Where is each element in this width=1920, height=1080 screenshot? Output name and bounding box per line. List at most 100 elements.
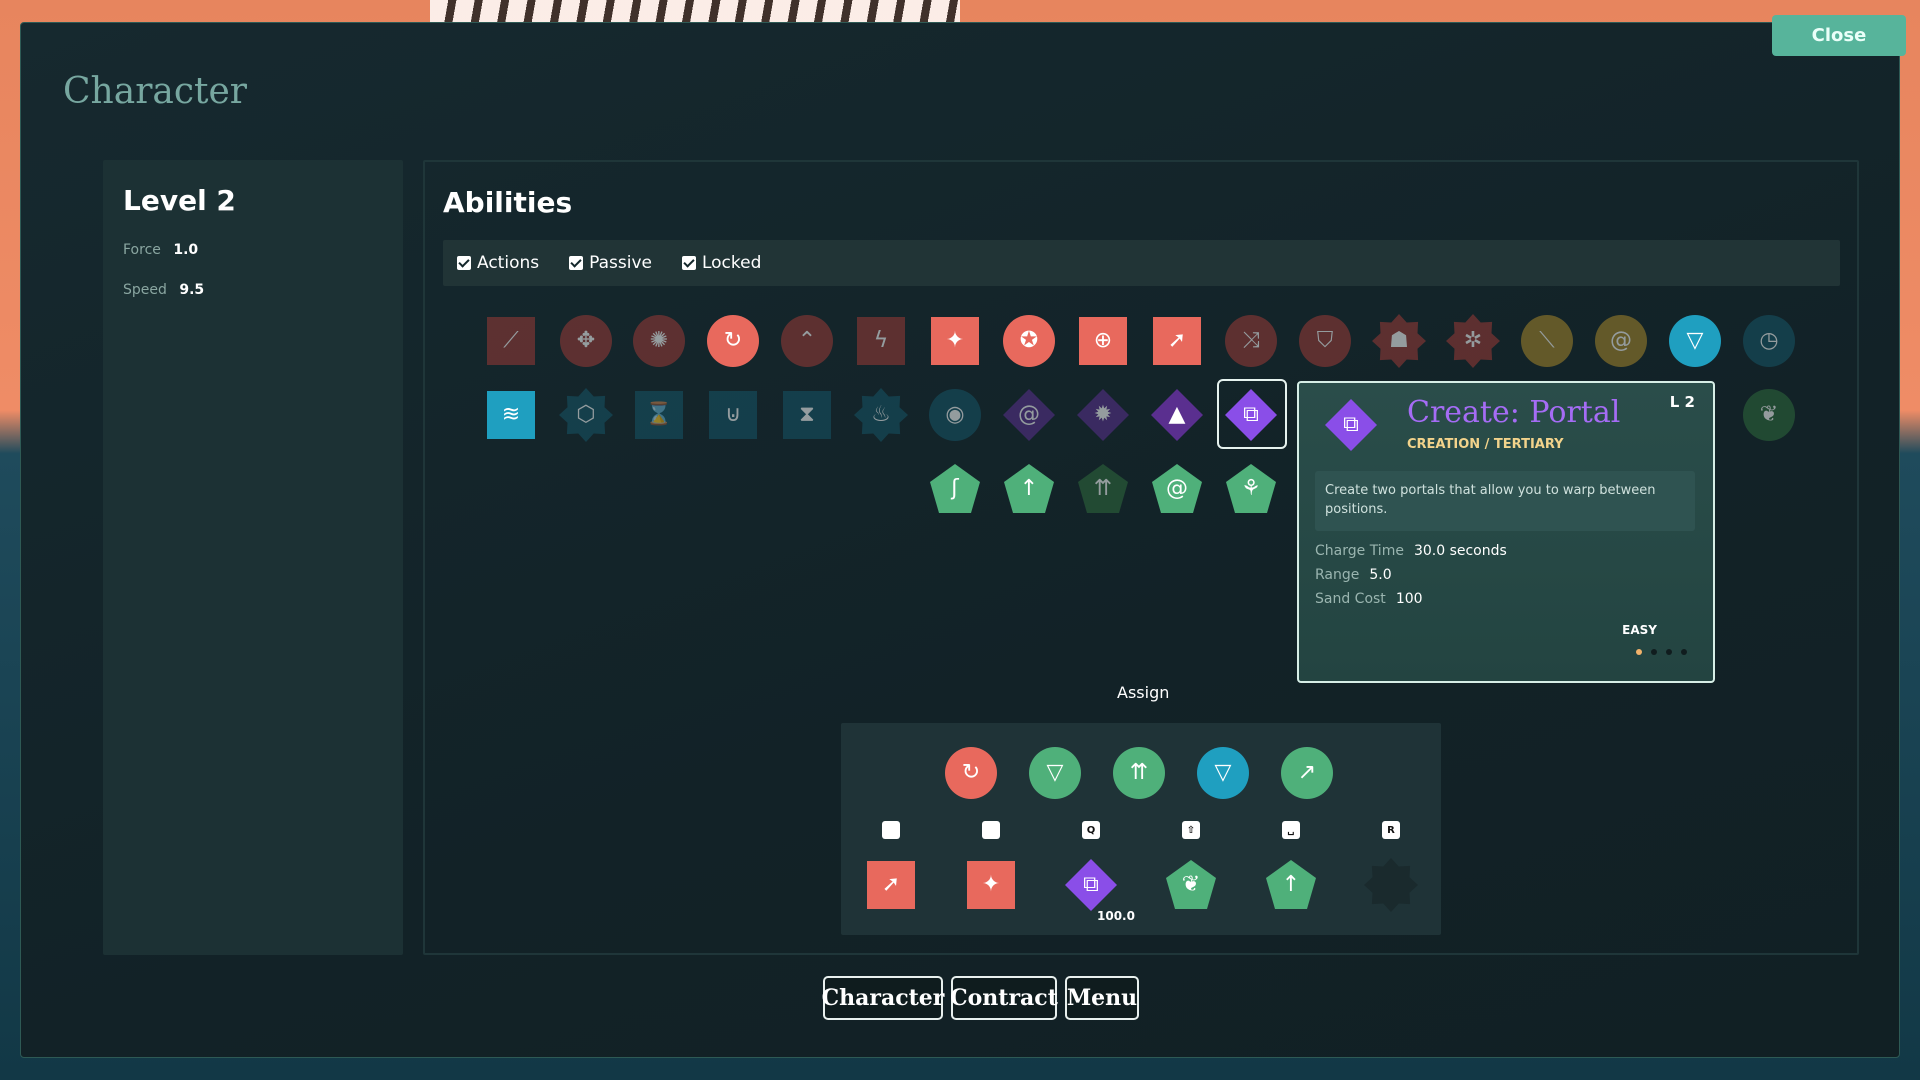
page-dot[interactable] bbox=[1636, 649, 1642, 655]
contract-button[interactable]: Contract bbox=[950, 976, 1058, 1020]
page-dot[interactable] bbox=[1651, 649, 1657, 655]
assign-label: Assign bbox=[1117, 683, 1170, 702]
leap-icon[interactable]: ↗ bbox=[1280, 746, 1334, 800]
chevrons-up-icon[interactable]: ⌃ bbox=[780, 314, 834, 368]
ability-glyph: ✥ bbox=[576, 328, 596, 353]
pentagon-swirl-icon[interactable]: ✪ bbox=[1002, 314, 1056, 368]
portal-icon: ⧉ bbox=[1323, 397, 1379, 453]
target-icon[interactable]: ⊕ bbox=[1076, 314, 1130, 368]
ability-glyph: ▽ bbox=[1046, 760, 1064, 785]
empty-slot-icon[interactable] bbox=[1364, 858, 1418, 912]
gear-burst-icon[interactable]: ✹ bbox=[1076, 388, 1130, 442]
close-button[interactable]: Close bbox=[1772, 15, 1906, 56]
ability-glyph: ▲ bbox=[1168, 402, 1186, 427]
ability-glyph: ⤨ bbox=[1242, 328, 1260, 353]
stat-label: Force bbox=[123, 242, 161, 258]
ability-glyph: @ bbox=[1610, 328, 1632, 353]
filter-passive[interactable]: Passive bbox=[569, 253, 652, 273]
hourglass-lock-icon[interactable]: ⌛ bbox=[632, 388, 686, 442]
ability-glyph: ✹ bbox=[1093, 402, 1113, 427]
ability-glyph: ✦ bbox=[945, 328, 965, 353]
ability-glyph: ʃ bbox=[951, 476, 959, 501]
spider-icon[interactable]: ✲ bbox=[1446, 314, 1500, 368]
ability-glyph: ≋ bbox=[501, 402, 521, 427]
stat-value: 9.5 bbox=[179, 282, 205, 298]
magnet-icon[interactable]: ⊍ bbox=[706, 388, 760, 442]
burst-arrows-icon[interactable]: ✺ bbox=[632, 314, 686, 368]
ability-glyph: ◉ bbox=[945, 402, 965, 427]
cane-icon[interactable]: ʃ bbox=[928, 462, 982, 516]
page-dot[interactable] bbox=[1666, 649, 1672, 655]
tooltip-title: Create: Portal bbox=[1407, 395, 1621, 430]
up-arrow-icon[interactable]: ↑ bbox=[1002, 462, 1056, 516]
ability-glyph: ⌃ bbox=[797, 328, 817, 353]
abilities-title: Abilities bbox=[443, 186, 573, 219]
ability-glyph: ➚ bbox=[881, 872, 901, 897]
filter-label: Passive bbox=[589, 253, 652, 273]
ability-glyph: ☗ bbox=[1389, 328, 1409, 353]
triple-arrows-icon[interactable]: ⇈ bbox=[1076, 462, 1130, 516]
feather-blade-icon[interactable]: ⟍ bbox=[1520, 314, 1574, 368]
up-arrow-icon[interactable]: ↑ bbox=[1264, 858, 1318, 912]
ability-glyph: ↻ bbox=[723, 328, 743, 353]
ability-glyph: ✪ bbox=[1019, 328, 1039, 353]
leaf-icon[interactable]: ❦ bbox=[1742, 388, 1796, 442]
claw-slash-icon[interactable]: ⟋ bbox=[484, 314, 538, 368]
vortex-icon[interactable]: ▽ bbox=[1668, 314, 1722, 368]
character-button[interactable]: Character bbox=[822, 976, 944, 1020]
portal-icon[interactable]: ⧉ bbox=[1064, 858, 1118, 912]
split-arrows-icon[interactable]: ⤨ bbox=[1224, 314, 1278, 368]
filter-label: Locked bbox=[701, 253, 762, 273]
tooltip-stat-label: Sand Cost bbox=[1315, 591, 1386, 607]
ability-glyph: ▽ bbox=[1214, 760, 1232, 785]
menu-button[interactable]: Menu bbox=[1065, 976, 1139, 1020]
filter-locked[interactable]: Locked bbox=[681, 253, 762, 273]
mouse-left-icon bbox=[882, 821, 900, 839]
pyramid-icon[interactable]: ▲ bbox=[1150, 388, 1204, 442]
page-dots bbox=[1636, 649, 1687, 655]
ability-glyph: ▽ bbox=[1686, 328, 1704, 353]
q-key-icon: Q bbox=[1082, 821, 1100, 839]
tooltip-stat-range: Range 5.0 bbox=[1315, 567, 1392, 583]
bottom-nav: Character Contract Menu bbox=[822, 976, 1139, 1020]
stats-panel: Level 2 Force 1.0 Speed 9.5 bbox=[103, 160, 403, 955]
ability-glyph: ❦ bbox=[1181, 872, 1201, 897]
lightning-icon[interactable]: ϟ bbox=[854, 314, 908, 368]
demon-face-icon[interactable]: ☗ bbox=[1372, 314, 1426, 368]
hourglass-icon[interactable]: ⧗ bbox=[780, 388, 834, 442]
tooltip-stat-value: 30.0 seconds bbox=[1413, 543, 1507, 559]
ability-glyph: ⊕ bbox=[1093, 328, 1113, 353]
spiral-icon[interactable]: @ bbox=[1594, 314, 1648, 368]
spin-attack-icon[interactable]: ↻ bbox=[944, 746, 998, 800]
speed-gem-icon[interactable]: ▽ bbox=[1028, 746, 1082, 800]
star-burst-icon[interactable]: ✦ bbox=[928, 314, 982, 368]
dash-strike-icon[interactable]: ➚ bbox=[1150, 314, 1204, 368]
wind-dash-icon[interactable]: ≋ bbox=[484, 388, 538, 442]
spin-attack-icon[interactable]: ↻ bbox=[706, 314, 760, 368]
filter-actions[interactable]: Actions bbox=[457, 253, 539, 273]
page-dot[interactable] bbox=[1681, 649, 1687, 655]
stopwatch-icon[interactable]: ◷ bbox=[1742, 314, 1796, 368]
four-arrows-in-icon[interactable]: ✥ bbox=[559, 314, 613, 368]
checkbox-icon[interactable] bbox=[457, 256, 471, 270]
star-burst-icon[interactable]: ✦ bbox=[964, 858, 1018, 912]
sand-flame-icon[interactable]: ♨ bbox=[854, 388, 908, 442]
swirl-icon[interactable]: @ bbox=[1150, 462, 1204, 516]
portal-spiral-icon[interactable]: @ bbox=[1002, 388, 1056, 442]
ability-glyph: ♨ bbox=[871, 402, 891, 427]
eye-swirl-icon[interactable]: ◉ bbox=[928, 388, 982, 442]
stat-value: 1.0 bbox=[173, 242, 199, 258]
tooltip-stat-charge: Charge Time 30.0 seconds bbox=[1315, 543, 1507, 559]
cube-icon[interactable]: ⬡ bbox=[559, 388, 613, 442]
checkbox-icon[interactable] bbox=[681, 256, 696, 270]
vortex-icon[interactable]: ▽ bbox=[1196, 746, 1250, 800]
r-key-icon: R bbox=[1382, 821, 1400, 839]
leaf-icon[interactable]: ❦ bbox=[1164, 858, 1218, 912]
triple-arrows-icon[interactable]: ⇈ bbox=[1112, 746, 1166, 800]
level-label: Level 2 bbox=[123, 184, 236, 217]
shield-icon[interactable]: ⛉ bbox=[1298, 314, 1352, 368]
sprout-icon[interactable]: ⚘ bbox=[1224, 462, 1278, 516]
dash-strike-icon[interactable]: ➚ bbox=[864, 858, 918, 912]
checkbox-icon[interactable] bbox=[569, 256, 584, 270]
tooltip-stat-value: 100 bbox=[1395, 591, 1423, 607]
